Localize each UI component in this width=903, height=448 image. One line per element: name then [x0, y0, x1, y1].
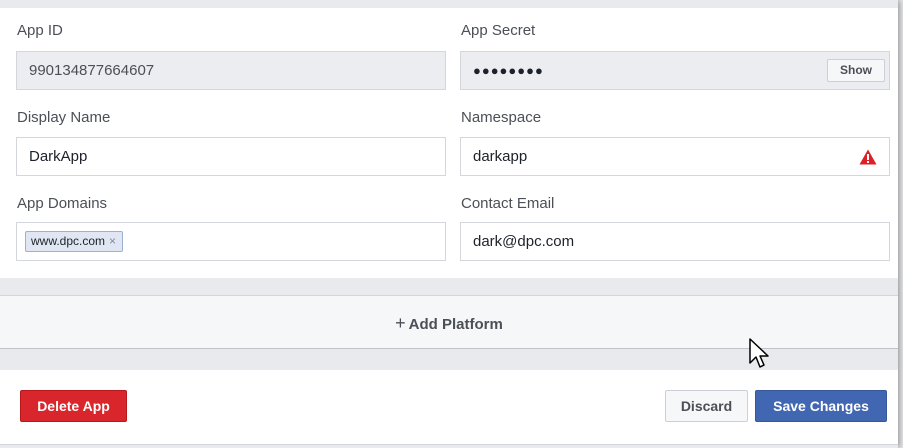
- namespace-label: Namespace: [461, 109, 542, 126]
- domain-tag-label: www.dpc.com: [31, 234, 106, 248]
- app-domains-label: App Domains: [17, 195, 108, 212]
- app-domains-input[interactable]: www.dpc.com ×: [16, 222, 446, 261]
- contact-email-label: Contact Email: [461, 195, 555, 212]
- basic-settings-card: App ID 990134877664607 App Secret ●●●●●●…: [0, 8, 898, 278]
- remove-tag-icon[interactable]: ×: [109, 234, 116, 248]
- warning-triangle-icon: [859, 149, 877, 165]
- app-secret-label: App Secret: [461, 22, 536, 39]
- separator-band: [0, 278, 898, 295]
- plus-icon: +: [395, 313, 406, 333]
- delete-app-button[interactable]: Delete App: [20, 390, 127, 422]
- save-changes-button[interactable]: Save Changes: [755, 390, 887, 422]
- discard-button[interactable]: Discard: [665, 390, 748, 422]
- contact-email-input[interactable]: dark@dpc.com: [460, 222, 890, 261]
- actions-footer: Delete App Discard Save Changes: [0, 370, 898, 445]
- app-id-field: 990134877664607: [16, 51, 446, 90]
- app-secret-field: ●●●●●●●● Show: [460, 51, 890, 90]
- show-secret-button[interactable]: Show: [827, 59, 885, 82]
- app-id-label: App ID: [17, 22, 63, 39]
- namespace-input[interactable]: darkapp: [460, 137, 890, 176]
- app-secret-value: ●●●●●●●●: [473, 63, 544, 78]
- namespace-value: darkapp: [473, 148, 528, 165]
- display-name-label: Display Name: [17, 109, 111, 126]
- display-name-input[interactable]: DarkApp: [16, 137, 446, 176]
- domain-tag: www.dpc.com ×: [25, 231, 124, 252]
- mouse-pointer-icon: [749, 338, 769, 368]
- add-platform-label: Add Platform: [408, 316, 503, 333]
